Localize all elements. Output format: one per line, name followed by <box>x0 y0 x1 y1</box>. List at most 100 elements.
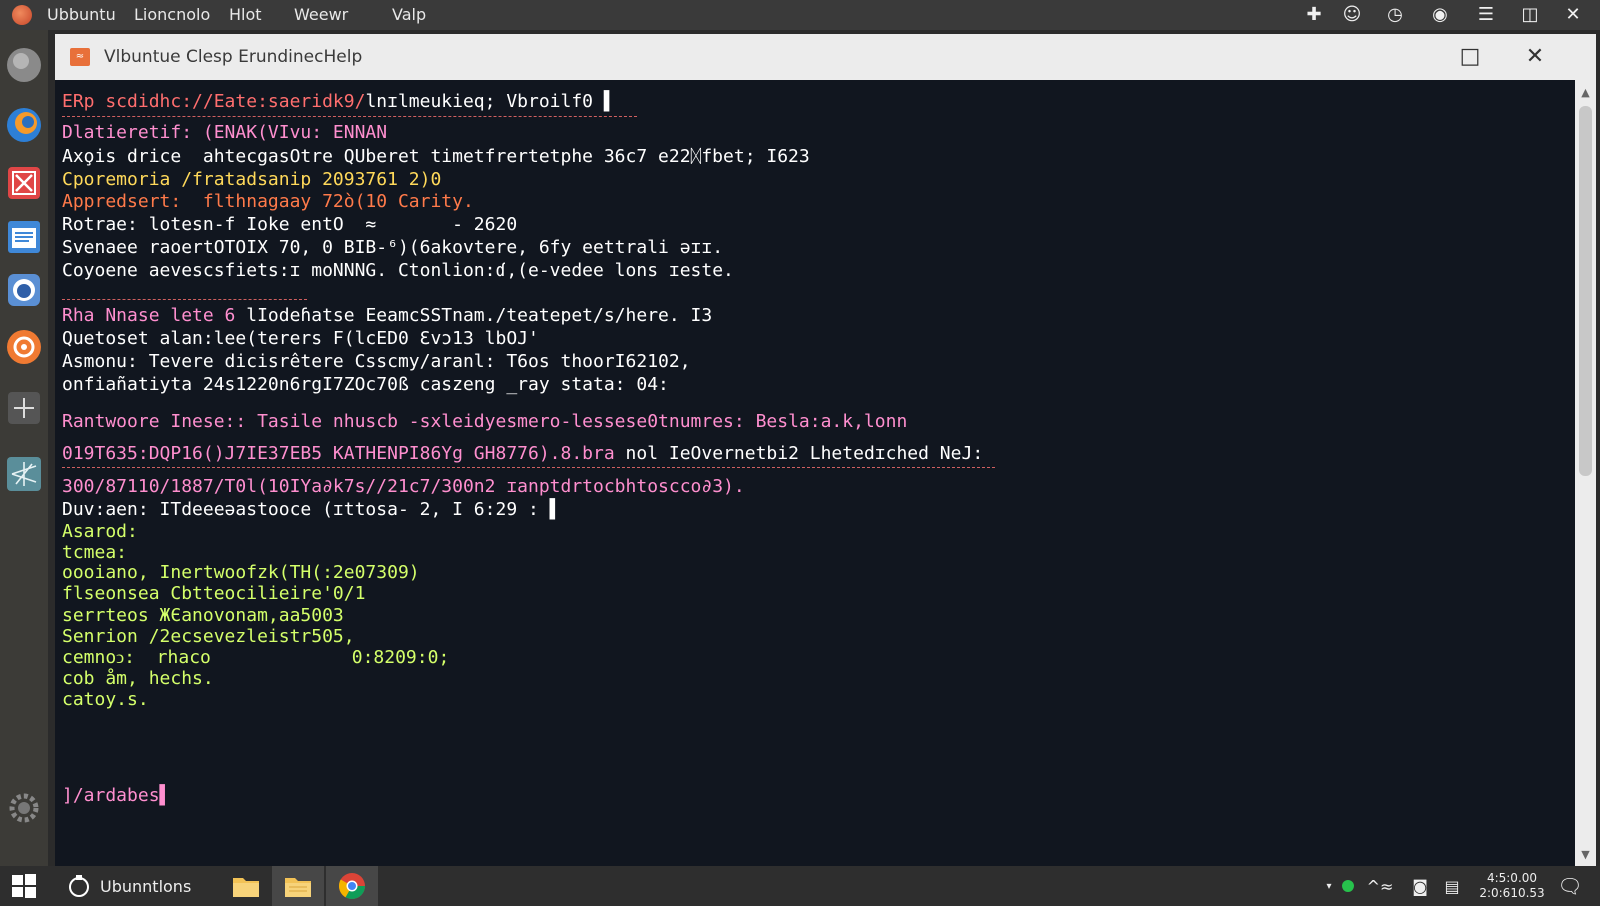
folder-icon <box>233 878 259 897</box>
window-title: Vlbuntue Clesp ErundinecHelp <box>104 47 363 67</box>
maximize-button[interactable]: □ <box>1457 44 1483 70</box>
terminal-output[interactable]: ERp scdidhc://Eate:saeridk9/lnɪlmeukieq;… <box>55 80 1575 866</box>
gear-icon <box>9 793 39 823</box>
terminal-window: ≈ Vlbuntue Clesp ErundinecHelp □ ✕ ERp s… <box>55 34 1596 866</box>
window-titlebar[interactable]: ≈ Vlbuntue Clesp ErundinecHelp □ ✕ <box>55 34 1596 80</box>
launcher-writer-button[interactable] <box>4 217 44 257</box>
clock-time: 4:5:0.00 <box>1486 871 1538 885</box>
home-orb-icon <box>7 48 41 82</box>
folder-open-icon <box>285 878 311 897</box>
terminal-line-14-part2: nol IeOvernetbi2 Lhetedɪched NeJ: <box>625 443 984 464</box>
terminal-line-10: Quetoset alan:lee(terers F(lcED0 Ɛvɔ13 l… <box>62 328 539 349</box>
launcher-add-button[interactable] <box>4 388 44 428</box>
window-icon[interactable]: ◫ <box>1519 4 1541 26</box>
terminal-line-9: Rha Nnase lete 6 lIodeɦatse EeamcSSTnam.… <box>62 305 712 327</box>
terminal-line-21: serrteos ЖЄanovonam,aa5003 <box>62 605 344 626</box>
launcher-network-button[interactable] <box>4 454 44 494</box>
terminal-line-19: oooiano, Inertwoofzk(TH(:2e07309) <box>62 562 420 583</box>
menu-item-4[interactable]: Weewr <box>294 5 348 24</box>
notification-icon[interactable]: 🗨 <box>1555 866 1585 906</box>
scroll-up-arrow-icon[interactable]: ▲ <box>1575 86 1596 99</box>
taskbar-search-label: Ubunntlons <box>100 876 192 896</box>
location-icon[interactable]: ◉ <box>1429 4 1451 26</box>
taskbar-files-button[interactable] <box>226 866 266 906</box>
terminal-line-23: cemnoↄ: rhaco 0:8209:0; <box>62 647 450 668</box>
terminal-line-14: 019T635:DQP16()J7IE37EB5 KATHENPI86Yg GH… <box>62 443 983 465</box>
top-panel: Ubbuntu Lioncnolo Hlot Weewr Valp ✚ ☺ ◷ … <box>0 0 1600 30</box>
launcher-home-button[interactable] <box>4 45 44 85</box>
circle-app-icon <box>8 274 40 306</box>
menu-item-2[interactable]: Lioncnolo <box>134 5 210 24</box>
menu-ubuntu[interactable]: Ubbuntu <box>47 5 116 24</box>
tray-display-icon[interactable]: ◙ <box>1408 866 1432 906</box>
tray-expand-icon[interactable]: ▾ <box>1323 866 1335 906</box>
terminal-line-8: Coyoene aevescsfiets:ɪ moNNNG. Ctonlion:… <box>62 260 734 281</box>
ubuntu-software-icon <box>7 330 41 364</box>
terminal-line-1-part2: lnɪlmeukieq; Vbroilf0 ▌ <box>365 91 615 112</box>
start-button[interactable] <box>0 866 48 906</box>
launcher-app-red-button[interactable] <box>4 163 44 203</box>
launcher-app-orange-button[interactable] <box>4 327 44 367</box>
tray-status-icon[interactable] <box>1340 866 1356 906</box>
terminal-line-9-part2: lIodeɦatse EeamcSSTnam./teatepet/s/here.… <box>246 305 713 326</box>
terminal-line-18: tcmea: <box>62 542 128 563</box>
terminal-line-3: Axo̧is drice ahtecgasOtre QUberet timetf… <box>62 146 810 167</box>
tray-keyboard-icon[interactable]: ▤ <box>1440 866 1464 906</box>
launcher-sidebar <box>0 30 48 866</box>
terminal-app-icon: ≈ <box>70 48 90 66</box>
terminal-line-4: Cporemoria /fratadsanip 2093761 2)0 <box>62 169 442 190</box>
taskbar-search-button[interactable]: Ubunntlons <box>58 866 228 906</box>
terminal-line-16: Duv:aen: ITdeeeəastooce (ɪttosa- 2, I 6:… <box>62 499 561 520</box>
terminal-line-6: Rotrae: lotesn-f Ioke entO ≈ - 2620 <box>62 214 518 235</box>
list-icon[interactable]: ☰ <box>1475 4 1497 26</box>
terminal-line-2: Dlatieretif: (ENAK(VIvu: ENNAN <box>62 122 388 143</box>
tray-network-icon[interactable]: ^≈ <box>1361 866 1399 906</box>
plus-icon <box>8 392 40 424</box>
terminal-line-17: Asarod: <box>62 521 138 542</box>
menu-item-3[interactable]: Hlot <box>229 5 262 24</box>
vertical-scrollbar[interactable]: ▲ ▼ <box>1575 80 1596 866</box>
smiley-icon[interactable]: ☺ <box>1341 4 1363 26</box>
taskbar-clock[interactable]: 4:5:0.00 2:0:610.53 <box>1472 866 1552 906</box>
window-close-button[interactable]: ✕ <box>1522 44 1548 70</box>
puzzle-icon[interactable]: ✚ <box>1303 4 1325 26</box>
separator-line <box>62 299 307 300</box>
taskbar: Ubunntlons ▾ ^≈ ◙ ▤ 4:5:0.00 2:0:610.53 … <box>0 866 1600 906</box>
chrome-icon <box>338 873 366 900</box>
terminal-line-24: cob åm, hechs. <box>62 668 214 689</box>
clock-date: 2:0:610.53 <box>1479 886 1545 900</box>
separator-line <box>62 116 637 117</box>
launcher-settings-button[interactable] <box>4 788 44 828</box>
search-circle-icon <box>69 875 89 897</box>
terminal-line-13: Rantwoore Inese:: Tasile nhuscb -sxleidy… <box>62 411 908 432</box>
terminal-prompt[interactable]: ]/ardabes▌ <box>62 785 170 807</box>
terminal-line-14-part1: 019T635:DQP16()J7IE37EB5 KATHENPI86Yg GH… <box>62 443 626 464</box>
firefox-icon <box>7 108 41 142</box>
terminal-line-5: Appredsert: flthnagaay 72ò(10 Carity. <box>62 191 474 212</box>
scroll-down-arrow-icon[interactable]: ▼ <box>1575 848 1596 861</box>
launcher-app-blue-button[interactable] <box>4 270 44 310</box>
terminal-line-15: 300/87110/1887/T0l(10IYa∂k7s//21c7/300n2… <box>62 476 745 497</box>
terminal-line-25: catoy.s. <box>62 689 149 710</box>
network-icon <box>7 457 41 491</box>
menu-item-5[interactable]: Valp <box>392 5 426 24</box>
terminal-line-1-part1: ERp scdidhc://Eate:saeridk9/ <box>62 91 366 112</box>
launcher-browser-button[interactable] <box>4 105 44 145</box>
close-icon[interactable]: ✕ <box>1562 4 1584 26</box>
taskbar-folder-button[interactable] <box>272 866 324 906</box>
terminal-line-11: Asmonu: Tevere dicisrêtere Csscmy/aranl:… <box>62 351 691 372</box>
separator-line <box>62 467 995 468</box>
terminal-line-9-part1: Rha Nnase lete 6 <box>62 305 247 326</box>
terminal-line-22: Senrion /2ecsevezleistr505, <box>62 626 355 647</box>
document-icon <box>8 221 40 253</box>
scrollbar-thumb[interactable] <box>1579 106 1592 476</box>
terminal-line-20: flseonsea Cbtteocilieire'0/1 <box>62 583 366 604</box>
taskbar-chrome-button[interactable] <box>326 866 378 906</box>
office-x-icon <box>8 167 40 199</box>
windows-start-icon <box>12 874 36 898</box>
terminal-line-1: ERp scdidhc://Eate:saeridk9/lnɪlmeukieq;… <box>62 91 615 113</box>
terminal-line-12: onfiañatiyta 24s1220n6rgI7ZOc70ß caszeng… <box>62 374 669 395</box>
ubuntu-logo-icon[interactable] <box>12 5 32 25</box>
terminal-line-7: Svenaee raoertOTOIX 70, 0 BIB-⁶)(6akovte… <box>62 237 724 258</box>
clock-icon[interactable]: ◷ <box>1384 4 1406 26</box>
